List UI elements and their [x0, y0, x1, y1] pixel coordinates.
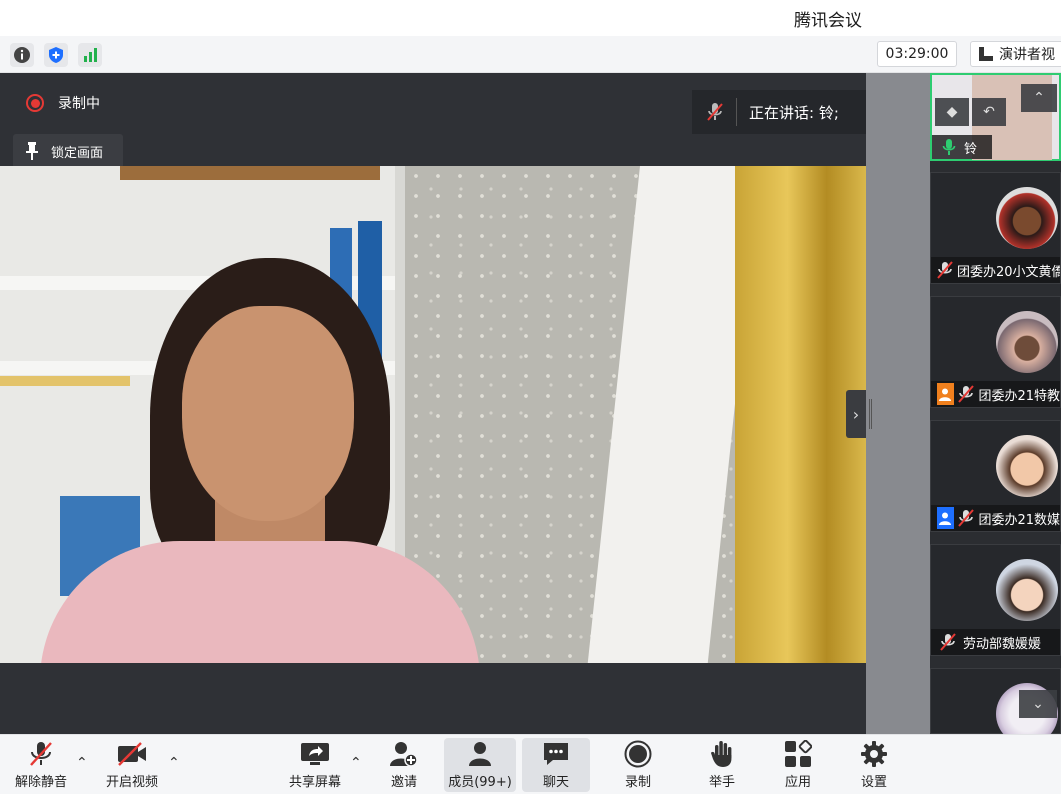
start-video-label: 开启视频	[105, 774, 158, 790]
participant-avatar	[996, 559, 1058, 621]
members-button[interactable]: 成员(99+)	[444, 738, 516, 792]
participant-avatar	[996, 435, 1058, 497]
participant-avatar	[996, 311, 1058, 373]
participant-tile[interactable]: 团委办21数媒	[930, 420, 1061, 532]
recording-indicator: 录制中	[26, 93, 100, 113]
book	[0, 376, 130, 386]
person-face	[182, 306, 354, 521]
chat-label: 聊天	[542, 774, 569, 790]
record-button[interactable]: 录制	[612, 738, 664, 792]
user-icon	[937, 383, 954, 405]
participant-name: 团委办21数媒	[978, 512, 1060, 528]
apps-button[interactable]: 应用	[772, 738, 824, 792]
meeting-info-bar: 03:29:00 演讲者视	[0, 36, 1061, 73]
layout-icon	[979, 47, 993, 61]
invite-button[interactable]: 邀请	[380, 738, 428, 792]
chevron-up-icon[interactable]: ⌃	[76, 755, 88, 771]
recording-label: 录制中	[58, 96, 100, 112]
bottom-toolbar: 解除静音 ⌃ 开启视频 ⌃ 共享屏幕 ⌃ 邀请 成员(99+) 聊天 录制 举手…	[0, 734, 1061, 794]
participant-tile[interactable]: 团委办20小文黄僑	[930, 172, 1061, 284]
mic-muted-icon	[937, 631, 959, 653]
speaking-label: 正在讲话: 铃;	[749, 103, 839, 122]
share-screen-button[interactable]: 共享屏幕	[284, 738, 346, 792]
scroll-down-button[interactable]: ⌄	[1019, 690, 1057, 718]
participant-name: 劳动部魏媛媛	[963, 636, 1042, 652]
camera-off-icon	[117, 741, 147, 767]
back-button[interactable]: ↶	[972, 98, 1006, 126]
unmute-button[interactable]: 解除静音	[8, 738, 74, 792]
expand-panel-button[interactable]: ›	[846, 390, 866, 438]
participant-tile[interactable]: 劳动部魏媛媛	[930, 544, 1061, 656]
mic-on-icon	[938, 136, 960, 158]
mic-muted-icon	[958, 383, 975, 405]
start-video-button[interactable]: 开启视频	[98, 738, 166, 792]
participant-name: 团委办20小文黄僑	[957, 264, 1060, 280]
user-icon	[937, 507, 954, 529]
record-icon	[623, 740, 653, 767]
participant-tile[interactable]: 团委办21特教	[930, 296, 1061, 408]
meeting-timer: 03:29:00	[877, 41, 957, 67]
record-dot-icon	[26, 94, 44, 112]
chevron-up-icon: ⌃	[1033, 90, 1045, 106]
speaker-view-label: 演讲者视	[999, 47, 1055, 63]
members-icon	[465, 741, 495, 767]
settings-button[interactable]: 设置	[848, 738, 900, 792]
record-label: 录制	[624, 774, 651, 790]
title-bar: 腾讯会议	[0, 0, 1061, 36]
chevron-right-icon: ›	[852, 404, 860, 424]
share-screen-label: 共享屏幕	[288, 774, 341, 790]
mic-muted-icon	[26, 741, 56, 767]
gear-icon	[859, 740, 889, 767]
diamond-icon: ◆	[946, 104, 958, 120]
raise-hand-button[interactable]: 举手	[696, 738, 748, 792]
mic-muted-icon	[958, 507, 975, 529]
window-title: 腾讯会议	[794, 11, 862, 31]
chevron-up-icon[interactable]: ⌃	[350, 755, 362, 771]
chevron-up-icon[interactable]: ⌃	[168, 755, 180, 771]
participant-name: 铃	[964, 141, 978, 157]
scroll-up-button[interactable]: ⌃	[1021, 84, 1057, 112]
participant-name: 团委办21特教	[978, 388, 1060, 404]
lock-view-button[interactable]: 锁定画面	[13, 134, 123, 168]
shield-icon[interactable]	[44, 43, 68, 67]
lock-view-label: 锁定画面	[51, 145, 104, 161]
gallery-pager[interactable]: ◆	[935, 98, 969, 126]
speaker-view-button[interactable]: 演讲者视	[970, 41, 1061, 67]
mic-muted-icon	[937, 259, 953, 281]
chat-button[interactable]: 聊天	[522, 738, 590, 792]
undo-icon: ↶	[983, 104, 995, 120]
resize-handle[interactable]	[869, 399, 872, 429]
invite-label: 邀请	[390, 774, 417, 790]
add-user-icon	[389, 741, 419, 767]
info-icon[interactable]	[10, 43, 34, 67]
hand-icon	[707, 740, 737, 767]
apps-icon	[783, 739, 813, 767]
members-label: 成员(99+)	[448, 774, 512, 790]
book	[120, 166, 380, 180]
chevron-down-icon: ⌄	[1032, 696, 1044, 712]
main-video	[0, 166, 866, 663]
apps-label: 应用	[784, 774, 811, 790]
raise-hand-label: 举手	[708, 774, 735, 790]
participant-avatar	[996, 187, 1058, 249]
mic-muted-icon	[706, 102, 724, 122]
unmute-label: 解除静音	[14, 774, 67, 790]
pin-icon	[26, 142, 38, 160]
signal-icon[interactable]	[78, 43, 102, 67]
share-screen-icon	[300, 741, 330, 767]
chat-icon	[541, 741, 571, 767]
main-stage: 录制中 锁定画面 › 正在讲话: 铃;	[0, 73, 1032, 734]
settings-label: 设置	[860, 774, 887, 790]
